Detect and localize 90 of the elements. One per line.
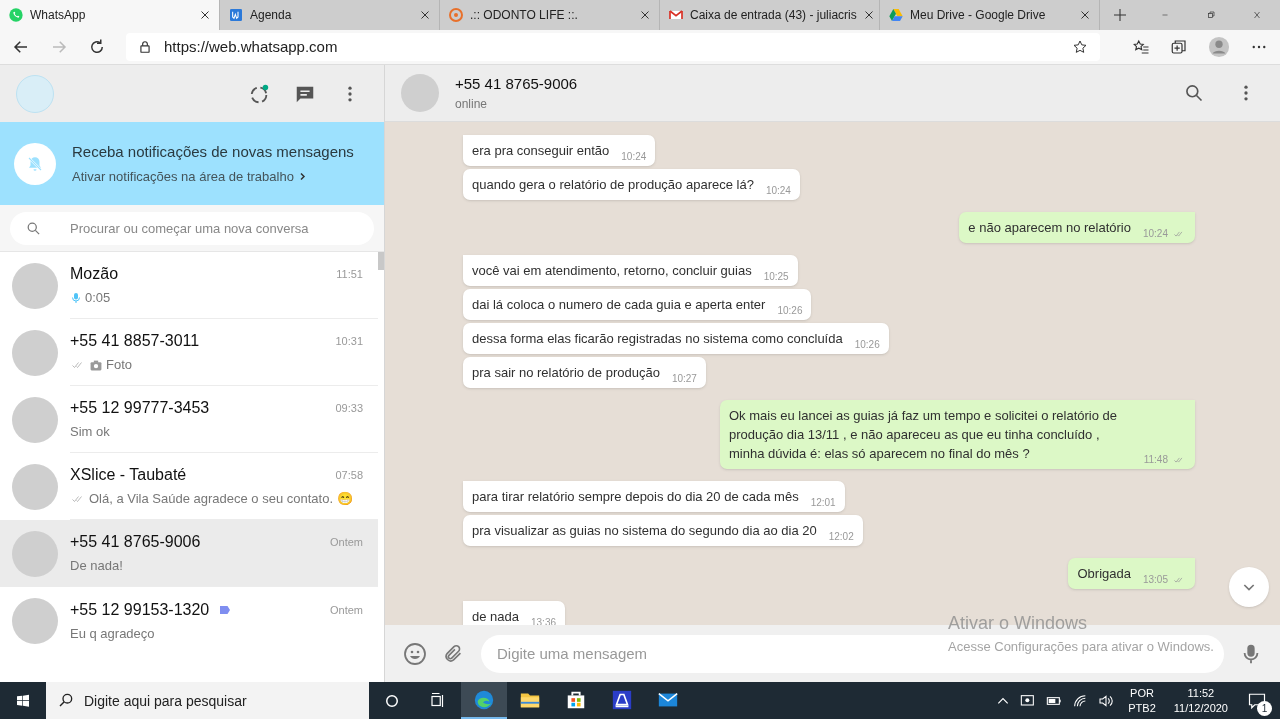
activation-text: Acesse Configurações para ativar o Windows. <box>948 638 1214 656</box>
status-icon[interactable] <box>248 82 270 105</box>
contact-name: +55 41 8857-3011 <box>70 331 200 352</box>
activation-title: Ativar o Windows <box>948 612 1089 635</box>
message-time: 10:26 <box>777 304 803 318</box>
received-message: para tirar relatório sempre depois do dia 20 de cada mês 12:01 <box>463 481 845 512</box>
sent-message: e não aparecem no relatório 10:24 <box>959 212 1195 243</box>
clock-button[interactable]: 11:52 11/12/2020 <box>1169 685 1232 716</box>
contact-name: Mozão <box>70 264 119 285</box>
close-icon[interactable] <box>419 9 431 21</box>
avatar-placeholder <box>12 329 58 376</box>
address-bar[interactable]: https://web.whatsapp.com <box>126 33 1100 61</box>
received-message: pra visualizar as guias no sistema do segundo dia ao dia 20 12:02 <box>463 515 863 546</box>
chat-time: 09:33 <box>335 401 363 416</box>
triangle-logo-icon <box>888 7 904 23</box>
contact-name[interactable]: +55 41 8765-9006 <box>455 72 578 96</box>
close-icon[interactable] <box>199 9 211 21</box>
message-preview: De nada! <box>70 557 123 576</box>
document-icon <box>228 7 244 23</box>
emoji-icon[interactable] <box>403 641 427 666</box>
contact-name: +55 41 8765-9006 <box>70 532 201 553</box>
favorites-icon[interactable] <box>1132 38 1150 56</box>
close-icon[interactable] <box>1079 9 1091 21</box>
chat-time: 11:51 <box>336 267 363 282</box>
message-time: 10:24 <box>621 150 647 164</box>
chat-list-item[interactable]: +55 41 8765-9006 Ontem De nada! <box>0 520 378 587</box>
reload-icon[interactable] <box>88 38 106 56</box>
collections-icon[interactable] <box>1170 38 1188 56</box>
speech-bubble-icon <box>1247 691 1267 710</box>
chat-time: 07:58 <box>335 468 363 483</box>
chat-time: 10:31 <box>335 334 363 349</box>
scanner-icon <box>611 688 633 711</box>
taskbar-search-field[interactable]: Digite aqui para pesquisar <box>46 682 369 719</box>
message-preview: 0:05 <box>85 289 111 308</box>
message-time: 12:01 <box>810 496 836 510</box>
message-time: 12:02 <box>828 530 854 544</box>
notification-title: Receba notificações de novas mensagens <box>72 142 354 162</box>
message-preview: Foto <box>106 356 132 375</box>
contact-name: +55 12 99777-3453 <box>70 398 210 419</box>
back-arrow-icon[interactable] <box>12 38 30 56</box>
chat-bubble-icon <box>8 7 24 23</box>
notification-center-button[interactable]: 1 <box>1242 685 1272 716</box>
message-time: 13:05 <box>1142 573 1168 587</box>
message-time: 10:24 <box>1142 227 1168 241</box>
message-preview: Olá, a Vila Saúde agradece o seu contato. 😁 <box>89 490 353 509</box>
close-icon[interactable] <box>639 9 651 21</box>
message-preview: Sim ok <box>70 423 110 442</box>
received-message: quando gera o relatório de produção aparece lá? 10:24 <box>463 169 800 200</box>
circle-logo-icon <box>448 7 464 23</box>
message-time: 10:25 <box>763 270 789 284</box>
browser-tab[interactable]: WhatsApp <box>0 0 220 30</box>
avatar-placeholder <box>12 597 58 644</box>
received-message: pra sair no relatório de produção 10:27 <box>463 357 706 388</box>
profile-icon[interactable] <box>1208 36 1230 58</box>
received-message: era pra conseguir então 10:24 <box>463 135 656 166</box>
search-icon[interactable] <box>1184 83 1204 103</box>
search-icon <box>26 220 41 236</box>
chat-time: Ontem <box>330 602 363 618</box>
contact-name: XSlice - Taubaté <box>70 465 187 486</box>
new-tab-icon[interactable] <box>1112 7 1128 23</box>
close-icon[interactable] <box>862 9 875 21</box>
bell-muted-icon <box>14 142 56 185</box>
message-time: 10:27 <box>671 372 697 386</box>
avatar-placeholder <box>12 463 58 510</box>
avatar-placeholder <box>12 530 58 577</box>
message-time: 11:48 <box>1143 453 1168 467</box>
input-language-button[interactable]: POR PTB2 <box>1124 685 1160 716</box>
search-icon <box>58 692 74 708</box>
received-message: dai lá coloca o numero de cada guia e aperta enter 10:26 <box>463 289 812 320</box>
enable-notifications-link[interactable]: Ativar notificações na área de trabalho <box>72 166 354 186</box>
received-message: você vai em atendimento, retorno, concluir guias 10:25 <box>463 255 798 286</box>
avatar-placeholder <box>12 396 58 443</box>
received-message: dessa forma elas ficarão registradas no sistema como concluída 10:26 <box>463 323 889 354</box>
message-preview: Eu q agradeço <box>70 624 155 643</box>
sent-message: Ok mais eu lancei as guias já faz um tempo e solicitei o relatório de produção dia 13/11 , e não apareceu as que eu tinha concluído , minha dúvida é: elas só aparecem no final do mês ? 11:48 <box>720 400 1195 469</box>
padlock-icon <box>138 40 152 54</box>
search-field[interactable]: Procurar ou começar uma nova conversa <box>10 211 374 245</box>
message-time: 10:24 <box>765 184 791 198</box>
security-icon[interactable] <box>1020 692 1037 709</box>
scrollbar-thumb[interactable] <box>378 252 384 270</box>
browser-swirl-icon <box>473 688 495 711</box>
speaker-icon[interactable] <box>1098 692 1115 709</box>
star-icon[interactable] <box>1072 39 1088 55</box>
avatar-placeholder <box>12 262 58 309</box>
message-time: 10:26 <box>854 338 880 352</box>
sent-message: Obrigada 13:05 <box>1068 558 1195 589</box>
contact-name: +55 12 99153-1320 <box>70 599 210 620</box>
notification-count: 1 <box>1257 700 1272 716</box>
chat-time: Ontem <box>330 535 363 550</box>
contact-status: online <box>455 96 489 114</box>
